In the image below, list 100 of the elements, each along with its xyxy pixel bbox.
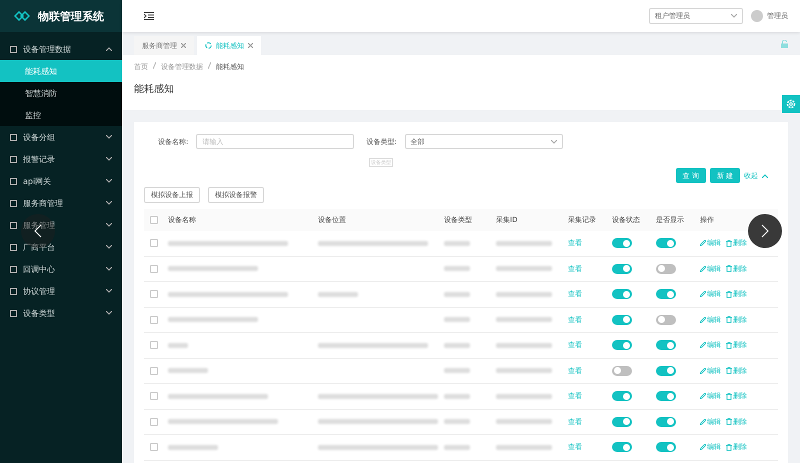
redacted-text	[496, 292, 552, 297]
display-toggle[interactable]	[656, 238, 676, 248]
redacted-text	[496, 394, 552, 399]
breadcrumb-separator-icon	[208, 62, 211, 69]
edit-icon	[700, 240, 706, 246]
edit-icon	[700, 342, 706, 348]
sidebar-item[interactable]: 报警记录	[0, 148, 122, 170]
checkbox[interactable]	[150, 290, 158, 298]
sidebar-item[interactable]: 服务商管理	[0, 192, 122, 214]
redacted-text	[496, 342, 552, 348]
status-toggle[interactable]	[612, 391, 632, 402]
sidebar-item[interactable]: api网关	[0, 170, 122, 192]
redacted-text	[318, 292, 358, 297]
edit-icon	[700, 368, 706, 374]
checkbox[interactable]	[150, 392, 158, 400]
logo-icon	[14, 11, 30, 21]
sidebar-item[interactable]: 设备类型	[0, 302, 122, 324]
caret-icon	[106, 267, 112, 271]
caret-icon	[106, 289, 112, 293]
redacted-text	[168, 368, 208, 374]
redacted-text	[496, 368, 552, 374]
sidebar-item[interactable]: 厂商平台	[0, 236, 122, 258]
gear-icon	[786, 99, 796, 109]
redacted-text	[168, 444, 218, 450]
trash-icon	[726, 367, 732, 374]
redacted-text	[496, 240, 552, 246]
trash-icon	[726, 342, 732, 349]
sidebar-subitem[interactable]: 能耗感知	[0, 60, 122, 82]
redacted-text	[496, 317, 552, 322]
edit-icon	[700, 291, 706, 298]
caret-icon	[106, 311, 112, 315]
edit-icon	[700, 444, 706, 450]
sidebar-item[interactable]: 设备管理数据	[0, 38, 122, 60]
sidebar-item[interactable]: 协议管理	[0, 280, 122, 302]
caret-icon	[550, 140, 557, 144]
status-toggle[interactable]	[612, 366, 632, 376]
caret-icon	[106, 135, 112, 139]
status-toggle[interactable]	[612, 416, 632, 427]
checkbox[interactable]	[150, 341, 158, 350]
trash-icon	[726, 418, 732, 426]
display-toggle[interactable]	[656, 366, 676, 376]
checkbox[interactable]	[150, 264, 158, 273]
redacted-text	[444, 240, 470, 246]
status-toggle[interactable]	[612, 238, 632, 248]
trash-icon	[726, 444, 732, 451]
caret-icon	[106, 245, 112, 249]
lock-icon[interactable]	[781, 40, 788, 48]
redacted-text	[444, 368, 470, 374]
checkbox[interactable]	[150, 418, 158, 426]
display-toggle[interactable]	[656, 314, 676, 325]
chevron-right-icon	[761, 224, 769, 238]
menu-fold-icon[interactable]	[144, 12, 154, 20]
status-toggle[interactable]	[612, 340, 632, 350]
trash-icon	[726, 290, 732, 298]
caret-icon	[106, 179, 112, 183]
status-toggle[interactable]	[612, 442, 632, 452]
caret-icon	[106, 201, 112, 205]
sidebar-item[interactable]: 回调中心	[0, 258, 122, 280]
sidebar-subitem[interactable]: 监控	[0, 104, 122, 126]
redacted-text	[496, 266, 552, 272]
breadcrumb-separator-icon	[153, 62, 156, 69]
status-toggle[interactable]	[612, 289, 632, 300]
settings-button[interactable]	[782, 95, 800, 113]
edit-icon	[700, 266, 706, 272]
checkbox[interactable]	[150, 366, 158, 375]
sidebar-item[interactable]: 设备分组	[0, 126, 122, 148]
checkbox[interactable]	[150, 443, 158, 452]
trash-icon	[726, 316, 732, 324]
redacted-text	[444, 317, 470, 322]
caret-icon	[106, 47, 112, 51]
status-toggle[interactable]	[612, 264, 632, 274]
close-icon[interactable]	[181, 43, 186, 48]
checkbox[interactable]	[150, 239, 158, 248]
trash-icon	[726, 240, 732, 247]
redacted-text	[444, 419, 470, 424]
display-toggle[interactable]	[656, 340, 676, 350]
avatar[interactable]	[751, 10, 763, 22]
sidebar-subitem[interactable]: 智慧消防	[0, 82, 122, 104]
trash-icon	[726, 265, 732, 272]
redacted-text	[444, 292, 470, 297]
display-toggle[interactable]	[656, 264, 676, 274]
caret-icon	[106, 157, 112, 161]
redacted-text	[168, 342, 188, 348]
display-toggle[interactable]	[656, 416, 676, 427]
display-toggle[interactable]	[656, 442, 676, 452]
trash-icon	[726, 392, 732, 400]
sidebar-item[interactable]: 服务管理	[0, 214, 122, 236]
redacted-text	[444, 444, 470, 450]
page-title: 能耗感知	[134, 82, 175, 96]
caret-icon	[731, 14, 737, 18]
checkbox[interactable]	[150, 316, 158, 324]
redacted-text	[444, 342, 470, 348]
edit-icon	[700, 393, 706, 400]
chevron-up-icon	[762, 174, 768, 178]
display-toggle[interactable]	[656, 289, 676, 300]
display-toggle[interactable]	[656, 391, 676, 402]
close-icon[interactable]	[248, 43, 253, 48]
checkbox[interactable]	[150, 216, 158, 224]
edit-icon	[700, 418, 706, 425]
status-toggle[interactable]	[612, 314, 632, 325]
